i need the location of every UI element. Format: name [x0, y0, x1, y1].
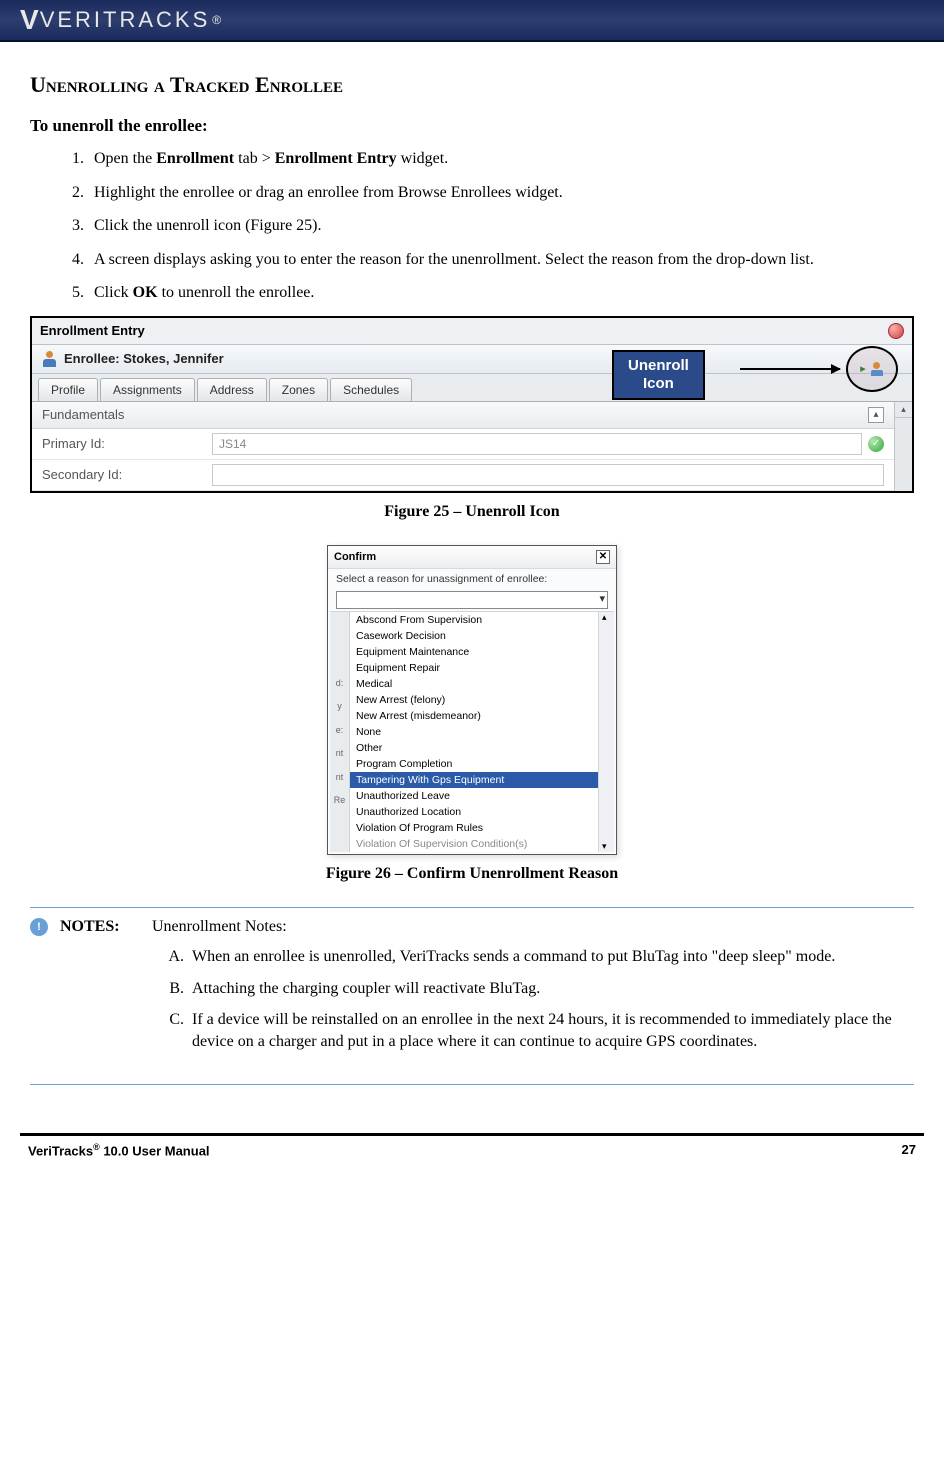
- tab-address[interactable]: Address: [197, 378, 267, 401]
- section-heading: Unenrolling a Tracked Enrollee: [30, 72, 914, 98]
- note-b: Attaching the charging coupler will reac…: [188, 978, 914, 1000]
- list-item[interactable]: Program Completion: [350, 756, 598, 772]
- figure-25-caption: Figure 25 – Unenroll Icon: [30, 503, 914, 521]
- arrow-right-icon: ▸: [860, 362, 866, 375]
- list-item[interactable]: Equipment Maintenance: [350, 644, 598, 660]
- step-list: Open the Enrollment tab > Enrollment Ent…: [88, 148, 914, 304]
- list-item[interactable]: Unauthorized Location: [350, 804, 598, 820]
- page-number: 27: [902, 1142, 916, 1158]
- widget-title: Enrollment Entry: [40, 323, 145, 338]
- list-item[interactable]: Other: [350, 740, 598, 756]
- list-item[interactable]: Medical: [350, 676, 598, 692]
- list-item[interactable]: None: [350, 724, 598, 740]
- step-3: Click the unenroll icon (Figure 25).: [88, 215, 914, 237]
- reason-select[interactable]: [336, 591, 608, 609]
- notes-intro: Unenrollment Notes:: [152, 918, 914, 936]
- figure-26-caption: Figure 26 – Confirm Unenrollment Reason: [30, 865, 914, 883]
- list-item[interactable]: Casework Decision: [350, 628, 598, 644]
- footer-title: VeriTracks® 10.0 User Manual: [28, 1142, 210, 1158]
- figure-25: Enrollment Entry Enrollee: Stokes, Jenni…: [30, 316, 914, 493]
- step-2: Highlight the enrollee or drag an enroll…: [88, 182, 914, 204]
- step-1: Open the Enrollment tab > Enrollment Ent…: [88, 148, 914, 170]
- info-icon: !: [30, 918, 48, 936]
- dialog-prompt: Select a reason for unassignment of enro…: [328, 569, 616, 589]
- divider: [30, 907, 914, 908]
- page-footer: VeriTracks® 10.0 User Manual 27: [20, 1133, 924, 1158]
- close-icon[interactable]: ✕: [596, 550, 610, 564]
- notes-block: ! NOTES: Unenrollment Notes: When an enr…: [30, 918, 914, 1066]
- step-4: A screen displays asking you to enter th…: [88, 249, 914, 271]
- tab-zones[interactable]: Zones: [269, 378, 328, 401]
- primary-id-input[interactable]: [212, 433, 862, 455]
- collapse-icon[interactable]: ▴: [868, 407, 884, 423]
- scrollbar[interactable]: ▴: [894, 402, 912, 491]
- close-icon[interactable]: [888, 323, 904, 339]
- list-item[interactable]: Abscond From Supervision: [350, 612, 598, 628]
- logo: V VERITRACKS ®: [20, 4, 224, 36]
- notes-list: When an enrollee is unenrolled, VeriTrac…: [188, 946, 914, 1052]
- dialog-title: Confirm: [334, 551, 376, 563]
- widget-titlebar: Enrollment Entry: [32, 318, 912, 345]
- unenroll-icon[interactable]: [870, 362, 884, 376]
- primary-id-label: Primary Id:: [42, 436, 212, 451]
- callout-label: Unenroll Icon: [612, 350, 705, 400]
- tab-assignments[interactable]: Assignments: [100, 378, 195, 401]
- valid-icon: ✓: [868, 436, 884, 452]
- reason-list[interactable]: Abscond From Supervision Casework Decisi…: [350, 612, 598, 852]
- list-item[interactable]: Unauthorized Leave: [350, 788, 598, 804]
- step-5: Click OK to unenroll the enrollee.: [88, 282, 914, 304]
- list-item-selected[interactable]: Tampering With Gps Equipment: [350, 772, 598, 788]
- section-fundamentals: Fundamentals ▴: [32, 402, 894, 429]
- note-a: When an enrollee is unenrolled, VeriTrac…: [188, 946, 914, 968]
- secondary-id-label: Secondary Id:: [42, 467, 212, 482]
- notes-label: NOTES:: [60, 918, 140, 936]
- tab-profile[interactable]: Profile: [38, 378, 98, 401]
- list-item[interactable]: New Arrest (misdemeanor): [350, 708, 598, 724]
- secondary-id-input[interactable]: [212, 464, 884, 486]
- unenroll-icon-circle: ▸: [846, 346, 898, 392]
- list-item[interactable]: New Arrest (felony): [350, 692, 598, 708]
- scrollbar[interactable]: [598, 612, 614, 852]
- app-header: V VERITRACKS ®: [0, 0, 944, 42]
- callout-arrow: [740, 368, 840, 370]
- figure-26: Confirm ✕ Select a reason for unassignme…: [327, 545, 617, 855]
- tab-schedules[interactable]: Schedules: [330, 378, 412, 401]
- list-item[interactable]: Equipment Repair: [350, 660, 598, 676]
- list-item[interactable]: Violation Of Supervision Condition(s): [350, 836, 598, 852]
- person-icon: [42, 351, 58, 367]
- dialog-titlebar: Confirm ✕: [328, 546, 616, 569]
- sub-heading: To unenroll the enrollee:: [30, 116, 914, 136]
- scroll-up-icon[interactable]: ▴: [895, 402, 912, 418]
- note-c: If a device will be reinstalled on an en…: [188, 1009, 914, 1052]
- list-item[interactable]: Violation Of Program Rules: [350, 820, 598, 836]
- background-labels: d: y e: nt nt Re: [330, 612, 350, 852]
- divider: [30, 1084, 914, 1085]
- tab-bar: Profile Assignments Address Zones Schedu…: [32, 374, 912, 402]
- enrollee-name: Enrollee: Stokes, Jennifer: [64, 351, 224, 366]
